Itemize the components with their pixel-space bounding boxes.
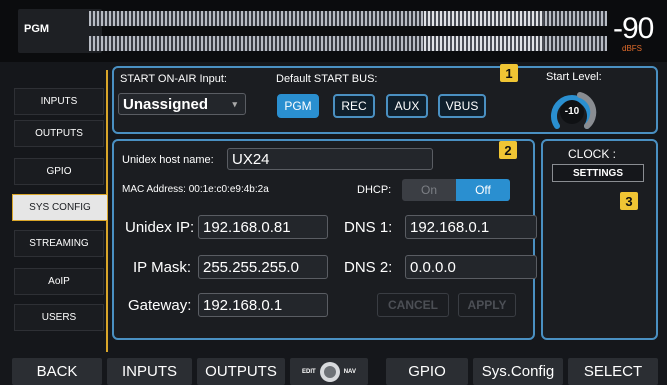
level-meter-bar: PGM L R -90 dBFS [0, 0, 667, 62]
dhcp-toggle[interactable]: On Off [402, 179, 510, 201]
ip-field[interactable]: 192.168.0.81 [198, 215, 328, 239]
sidebar-item-gpio[interactable]: GPIO [14, 158, 104, 185]
bus-aux-button[interactable]: AUX [386, 94, 428, 118]
sidebar-item-outputs[interactable]: OUTPUTS [14, 120, 104, 147]
bus-rec-button[interactable]: REC [333, 94, 375, 118]
section-badge-3: 3 [620, 192, 638, 210]
start-input-label: START ON-AIR Input: [120, 73, 227, 85]
start-input-select[interactable]: Unassigned ▾ [118, 93, 246, 115]
sidebar-item-streaming[interactable]: STREAMING [14, 230, 104, 257]
dhcp-label: DHCP: [357, 184, 392, 196]
dns1-field[interactable]: 192.168.0.1 [405, 215, 537, 239]
clock-label: CLOCK : [568, 147, 617, 161]
host-name-label: Unidex host name: [122, 154, 214, 166]
level-readout: -90 [613, 12, 654, 45]
ip-mask-label: IP Mask: [133, 259, 192, 276]
default-bus-label: Default START BUS: [276, 73, 378, 85]
level-unit: dBFS [622, 44, 643, 53]
dhcp-off-option[interactable]: Off [456, 179, 510, 201]
sidebar-item-sys-config[interactable]: SYS CONFIG [12, 194, 108, 221]
bus-vbus-button[interactable]: VBUS [438, 94, 486, 118]
dns2-field[interactable]: 0.0.0.0 [405, 255, 537, 279]
nav-sys-config-button[interactable]: Sys.Config [473, 358, 563, 385]
nav-inputs-button[interactable]: INPUTS [107, 358, 192, 385]
select-button[interactable]: SELECT [568, 358, 658, 385]
left-channel-meter [89, 11, 607, 26]
cancel-button[interactable]: CANCEL [377, 293, 449, 317]
back-button[interactable]: BACK [12, 358, 102, 385]
dns1-label: DNS 1: [344, 219, 393, 236]
section-badge-1: 1 [500, 64, 518, 82]
host-name-field[interactable]: UX24 [227, 148, 433, 170]
nav-outputs-button[interactable]: OUTPUTS [197, 358, 285, 385]
sidebar-item-inputs[interactable]: INPUTS [14, 88, 104, 115]
dhcp-on-option[interactable]: On [402, 179, 456, 201]
start-level-knob[interactable]: -10 [547, 86, 597, 132]
nav-label: NAV [343, 368, 356, 375]
gateway-label: Gateway: [128, 297, 192, 314]
ip-label: Unidex IP: [125, 219, 195, 236]
gateway-field[interactable]: 192.168.0.1 [198, 293, 328, 317]
sidebar-item-users[interactable]: USERS [14, 304, 104, 331]
edit-nav-encoder[interactable]: EDIT NAV [290, 358, 368, 385]
chevron-down-icon: ▾ [232, 98, 237, 109]
bus-pgm-button[interactable]: PGM [277, 94, 319, 118]
encoder-knob-icon [319, 361, 340, 382]
ip-mask-field[interactable]: 255.255.255.0 [198, 255, 328, 279]
edit-label: EDIT [302, 368, 316, 375]
start-level-value: -10 [564, 106, 580, 117]
start-level-label: Start Level: [546, 71, 602, 83]
dns2-label: DNS 2: [344, 259, 393, 276]
clock-settings-button[interactable]: SETTINGS [552, 164, 644, 182]
mac-address-text: MAC Address: 00:1e:c0:e9:4b:2a [122, 184, 269, 195]
right-channel-meter [89, 36, 607, 51]
sidebar-item-aoip[interactable]: AoIP [14, 268, 104, 295]
section-badge-2: 2 [499, 141, 517, 159]
meter-source-label: PGM [24, 23, 50, 35]
start-input-value: Unassigned [123, 95, 209, 113]
nav-gpio-button[interactable]: GPIO [386, 358, 468, 385]
apply-button[interactable]: APPLY [458, 293, 516, 317]
